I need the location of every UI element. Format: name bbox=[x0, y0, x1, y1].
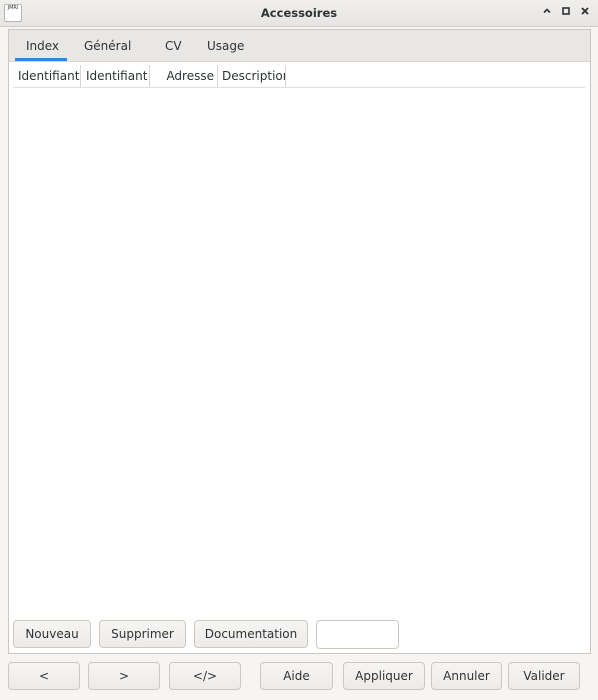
tab-general[interactable]: Général bbox=[84, 39, 131, 53]
new-button[interactable]: Nouveau bbox=[13, 620, 91, 648]
column-separator[interactable] bbox=[285, 65, 286, 87]
column-header-description[interactable]: Description bbox=[222, 69, 286, 87]
window-title: Accessoires bbox=[260, 6, 338, 20]
minimize-icon[interactable] bbox=[540, 6, 554, 20]
title-bar: JMRI Accessoires bbox=[0, 0, 598, 27]
column-header-identifiant[interactable]: Identifiant bbox=[18, 69, 80, 87]
ok-button[interactable]: Valider bbox=[508, 662, 580, 690]
code-button[interactable]: </> bbox=[169, 662, 241, 690]
column-separator[interactable] bbox=[149, 65, 150, 87]
documentation-button[interactable]: Documentation bbox=[194, 620, 308, 648]
apply-button[interactable]: Appliquer bbox=[343, 662, 425, 690]
table-header-divider bbox=[13, 87, 585, 88]
tab-cv[interactable]: CV bbox=[165, 39, 182, 53]
column-separator[interactable] bbox=[217, 65, 218, 87]
main-panel: Index Général CV Usage Identifiant Ident… bbox=[8, 29, 591, 654]
delete-button[interactable]: Supprimer bbox=[99, 620, 186, 648]
help-button[interactable]: Aide bbox=[260, 662, 333, 690]
maximize-icon[interactable] bbox=[559, 6, 573, 20]
text-input-field[interactable] bbox=[316, 620, 399, 649]
tab-usage[interactable]: Usage bbox=[207, 39, 244, 53]
tab-bar: Index Général CV Usage bbox=[9, 30, 590, 62]
active-tab-indicator bbox=[15, 58, 67, 61]
column-separator[interactable] bbox=[80, 65, 81, 87]
cancel-button[interactable]: Annuler bbox=[431, 662, 502, 690]
column-header-adresse[interactable]: Adresse bbox=[152, 69, 214, 87]
tab-index[interactable]: Index bbox=[26, 39, 59, 53]
previous-button[interactable]: < bbox=[8, 662, 80, 690]
close-icon[interactable] bbox=[578, 6, 592, 20]
column-header-identifiant-c[interactable]: Identifiant ( bbox=[86, 69, 149, 87]
next-button[interactable]: > bbox=[88, 662, 160, 690]
